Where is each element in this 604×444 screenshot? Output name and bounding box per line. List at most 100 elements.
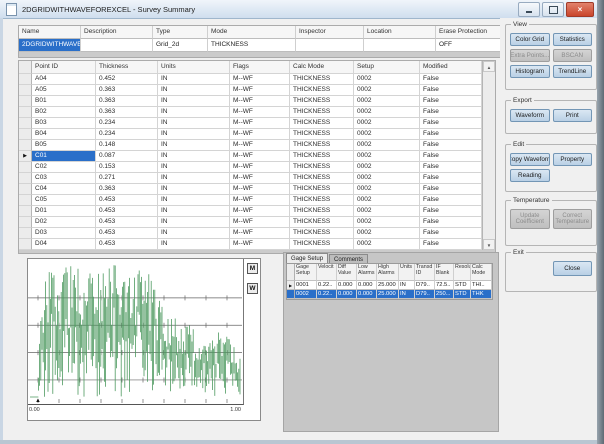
- table-cell[interactable]: M--WF: [230, 239, 290, 250]
- waveform-button[interactable]: Waveform: [510, 109, 550, 122]
- table-cell[interactable]: IN: [158, 140, 230, 151]
- column-header[interactable]: Inspector: [296, 26, 364, 39]
- tab-comments[interactable]: Comments: [329, 254, 368, 263]
- table-cell[interactable]: False: [420, 85, 482, 96]
- table-cell[interactable]: False: [420, 96, 482, 107]
- table-cell[interactable]: THICKNESS: [290, 151, 354, 162]
- table-cell[interactable]: IN: [158, 184, 230, 195]
- table-cell[interactable]: False: [420, 239, 482, 250]
- column-header[interactable]: Point ID: [32, 61, 96, 74]
- column-header[interactable]: IF Blank: [435, 264, 454, 281]
- tab-gage-setup[interactable]: Gage Setup: [286, 253, 328, 263]
- summary-cell[interactable]: [296, 39, 364, 52]
- table-cell[interactable]: STD: [454, 281, 471, 290]
- table-cell[interactable]: THICKNESS: [290, 206, 354, 217]
- close-button[interactable]: Close: [553, 261, 593, 276]
- table-cell[interactable]: THK: [471, 290, 491, 299]
- row-selector[interactable]: [19, 195, 32, 206]
- table-cell[interactable]: 25.000: [377, 290, 399, 299]
- table-cell[interactable]: THICKNESS: [290, 74, 354, 85]
- table-cell[interactable]: 0002: [354, 85, 420, 96]
- table-cell[interactable]: 0.000: [337, 281, 357, 290]
- table-cell[interactable]: M--WF: [230, 140, 290, 151]
- table-cell[interactable]: B05: [32, 140, 96, 151]
- summary-cell[interactable]: OFF: [436, 39, 506, 52]
- table-cell[interactable]: 0.363: [96, 85, 158, 96]
- table-cell[interactable]: M--WF: [230, 74, 290, 85]
- table-cell[interactable]: M--WF: [230, 195, 290, 206]
- column-header[interactable]: Low Alarms: [357, 264, 377, 281]
- table-cell[interactable]: False: [420, 195, 482, 206]
- table-cell[interactable]: D79..: [415, 290, 435, 299]
- table-cell[interactable]: 250...: [435, 290, 454, 299]
- color-grid-button[interactable]: Color Grid: [510, 33, 550, 46]
- copy-waveform-button[interactable]: Copy Waveform: [510, 153, 550, 166]
- row-selector[interactable]: [19, 173, 32, 184]
- table-cell[interactable]: 0002: [354, 162, 420, 173]
- table-cell[interactable]: THICKNESS: [290, 173, 354, 184]
- row-selector[interactable]: [19, 107, 32, 118]
- table-cell[interactable]: M--WF: [230, 107, 290, 118]
- table-cell[interactable]: 0.234: [96, 118, 158, 129]
- table-cell[interactable]: M--WF: [230, 85, 290, 96]
- print-button[interactable]: Print: [553, 109, 593, 122]
- column-header[interactable]: Name: [19, 26, 81, 39]
- table-cell[interactable]: 0002: [354, 206, 420, 217]
- row-selector[interactable]: [19, 118, 32, 129]
- column-header[interactable]: Flags: [230, 61, 290, 74]
- table-cell[interactable]: C04: [32, 184, 96, 195]
- table-cell[interactable]: THICKNESS: [290, 184, 354, 195]
- property-button[interactable]: Property: [553, 153, 593, 166]
- table-cell[interactable]: 0.000: [357, 290, 377, 299]
- table-cell[interactable]: 0.22..: [317, 290, 337, 299]
- maximize-button[interactable]: [542, 2, 564, 17]
- table-cell[interactable]: C01: [32, 151, 96, 162]
- column-header[interactable]: Mode: [208, 26, 296, 39]
- table-cell[interactable]: 0002: [354, 184, 420, 195]
- table-cell[interactable]: D01: [32, 206, 96, 217]
- table-cell[interactable]: C02: [32, 162, 96, 173]
- column-header[interactable]: Setup: [354, 61, 420, 74]
- table-cell[interactable]: 0.452: [96, 74, 158, 85]
- table-cell[interactable]: IN: [399, 290, 415, 299]
- table-cell[interactable]: 0.453: [96, 239, 158, 250]
- table-cell[interactable]: STD: [454, 290, 471, 299]
- table-cell[interactable]: 0002: [354, 195, 420, 206]
- table-cell[interactable]: 0002: [354, 118, 420, 129]
- table-cell[interactable]: D02: [32, 217, 96, 228]
- table-cell[interactable]: False: [420, 129, 482, 140]
- row-selector[interactable]: [19, 184, 32, 195]
- table-cell[interactable]: M--WF: [230, 129, 290, 140]
- column-header[interactable]: Calc Mode: [471, 264, 491, 281]
- table-cell[interactable]: THICKNESS: [290, 195, 354, 206]
- table-cell[interactable]: A05: [32, 85, 96, 96]
- table-cell[interactable]: M--WF: [230, 228, 290, 239]
- table-cell[interactable]: 0.453: [96, 228, 158, 239]
- table-cell[interactable]: THICKNESS: [290, 162, 354, 173]
- row-selector[interactable]: [19, 162, 32, 173]
- summary-cell[interactable]: 2DGRIDWITHWAVEFOR: [19, 39, 81, 52]
- table-cell[interactable]: 0.087: [96, 151, 158, 162]
- table-cell[interactable]: THICKNESS: [290, 85, 354, 96]
- table-cell[interactable]: 25.000: [377, 281, 399, 290]
- table-cell[interactable]: THI..: [471, 281, 491, 290]
- table-cell[interactable]: False: [420, 206, 482, 217]
- table-cell[interactable]: D79..: [415, 281, 435, 290]
- table-cell[interactable]: IN: [158, 151, 230, 162]
- table-cell[interactable]: M--WF: [230, 162, 290, 173]
- table-cell[interactable]: 0.148: [96, 140, 158, 151]
- statistics-button[interactable]: Statistics: [553, 33, 593, 46]
- column-header[interactable]: Diff Value: [337, 264, 357, 281]
- table-cell[interactable]: 0.000: [357, 281, 377, 290]
- table-cell[interactable]: THICKNESS: [290, 140, 354, 151]
- table-cell[interactable]: IN: [158, 107, 230, 118]
- column-header[interactable]: Units: [158, 61, 230, 74]
- m-mode-button[interactable]: M: [247, 263, 258, 274]
- table-cell[interactable]: 0002: [354, 129, 420, 140]
- table-cell[interactable]: D04: [32, 239, 96, 250]
- close-window-button[interactable]: ×: [566, 2, 594, 17]
- summary-cell[interactable]: [81, 39, 153, 52]
- table-cell[interactable]: 0.363: [96, 107, 158, 118]
- table-cell[interactable]: THICKNESS: [290, 107, 354, 118]
- column-header[interactable]: Units: [399, 264, 415, 281]
